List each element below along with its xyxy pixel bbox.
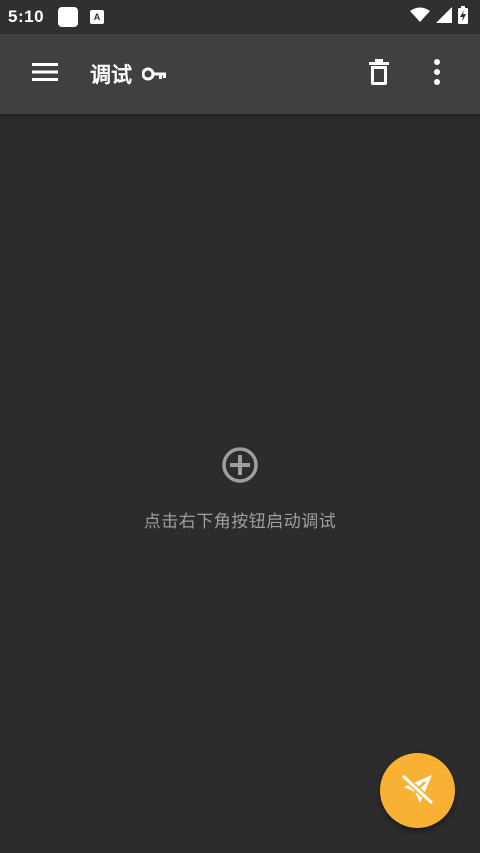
delete-button[interactable]	[355, 50, 403, 98]
wifi-icon	[410, 7, 430, 27]
page-title: 调试	[90, 63, 132, 87]
status-time: 5:10	[8, 7, 45, 26]
rounded-square-icon	[58, 7, 79, 27]
send-off-icon	[398, 769, 438, 813]
menu-icon	[32, 62, 58, 86]
empty-state: 点击右下角按钮启动调试	[0, 445, 480, 532]
app-bar: 调试	[0, 34, 480, 114]
battery-charging-icon	[458, 6, 468, 28]
a-notification-icon: A	[90, 10, 105, 24]
more-options-button[interactable]	[413, 50, 461, 98]
debug-screen: 5:10 A 调试 点击右下角按钮启动调试	[0, 0, 480, 853]
add-circle-icon	[220, 445, 260, 489]
menu-button[interactable]	[21, 50, 69, 98]
start-debug-fab[interactable]	[380, 753, 455, 828]
signal-icon	[436, 7, 452, 27]
empty-state-message: 点击右下角按钮启动调试	[143, 512, 337, 532]
delete-icon	[369, 59, 389, 89]
status-bar: 5:10 A	[0, 0, 480, 34]
status-icons	[410, 6, 468, 28]
more-vert-icon	[434, 59, 440, 89]
key-icon	[142, 67, 166, 81]
app-bar-actions	[355, 50, 461, 98]
